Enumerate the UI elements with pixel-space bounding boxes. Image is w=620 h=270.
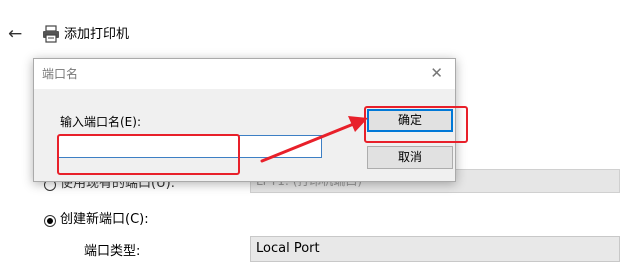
port-type-label: 端口类型:: [84, 244, 141, 259]
back-arrow-icon[interactable]: ←: [8, 24, 22, 44]
printer-icon: [43, 25, 59, 43]
dialog-titlebar: 端口名 ✕: [34, 59, 455, 89]
dialog-title: 端口名: [42, 67, 79, 81]
input-highlight-box: [57, 134, 240, 175]
close-icon[interactable]: ✕: [430, 64, 443, 82]
create-new-port-radio[interactable]: [44, 215, 56, 227]
cancel-button[interactable]: 取消: [367, 146, 453, 169]
wizard-title: 添加打印机: [64, 27, 130, 42]
ok-highlight-box: [364, 106, 468, 143]
port-name-label: 输入端口名(E):: [60, 115, 141, 129]
port-type-select[interactable]: Local Port: [250, 236, 620, 262]
add-printer-wizard: ← 添加打印机 使用现有的端口(U): LPT1: (打印机端口) 创建新端口(…: [0, 0, 620, 270]
create-new-port-label: 创建新端口(C):: [60, 212, 149, 227]
